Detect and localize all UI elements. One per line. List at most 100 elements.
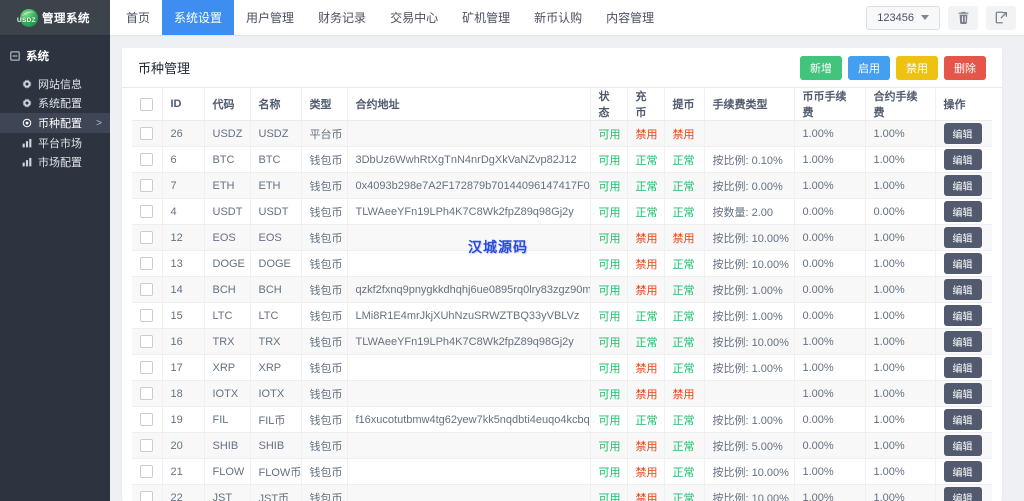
row-checkbox[interactable] — [140, 283, 153, 296]
cell-coin-fee: 0.00% — [794, 198, 866, 225]
action-button-1[interactable]: 启用 — [848, 55, 890, 80]
trash-button[interactable] — [948, 5, 978, 30]
cell-type: 钱包币 — [301, 380, 348, 407]
cell-fee-type — [704, 120, 795, 147]
cell-id: 26 — [162, 120, 205, 147]
table-row: 7 ETH ETH 钱包币 0x4093b298e7A2F172879b70144096… — [132, 172, 992, 199]
table-row: 13 DOGE DOGE 钱包币 可用 禁用 正常 按比例: 10.00% 0.00% 1.00%… — [132, 250, 992, 277]
cell-contract-fee: 1.00% — [865, 172, 936, 199]
cell-deposit: 禁用 — [627, 276, 665, 303]
cell-type: 钱包币 — [301, 250, 348, 277]
edit-button[interactable]: 编辑 — [943, 331, 982, 352]
table-row: 17 XRP XRP 钱包币 可用 禁用 正常 按比例: 1.00% 1.00% 1.00% 编辑 — [132, 354, 992, 381]
row-checkbox[interactable] — [140, 465, 153, 478]
row-checkbox[interactable] — [140, 127, 153, 140]
cell-type: 钱包币 — [301, 484, 348, 501]
cell-actions: 编辑 — [935, 276, 992, 303]
sidebar-section-system[interactable]: 系统 — [0, 35, 110, 75]
edit-button[interactable]: 编辑 — [943, 487, 982, 501]
cell-coin-fee: 0.00% — [794, 302, 866, 329]
nav-tab-6[interactable]: 新币认购 — [522, 0, 594, 35]
edit-button[interactable]: 编辑 — [943, 253, 982, 274]
edit-button[interactable]: 编辑 — [943, 201, 982, 222]
cell-type: 钱包币 — [301, 302, 348, 329]
edit-button[interactable]: 编辑 — [943, 227, 982, 248]
edit-button[interactable]: 编辑 — [943, 357, 982, 378]
nav-tab-3[interactable]: 财务记录 — [306, 0, 378, 35]
edit-button[interactable]: 编辑 — [943, 149, 982, 170]
cell-id: 18 — [162, 380, 205, 407]
action-button-3[interactable]: 删除 — [944, 55, 986, 80]
row-checkbox[interactable] — [140, 231, 153, 244]
row-checkbox[interactable] — [140, 309, 153, 322]
sidebar-item-0[interactable]: 网站信息 — [0, 75, 110, 93]
nav-tab-7[interactable]: 内容管理 — [594, 0, 666, 35]
row-checkbox[interactable] — [140, 335, 153, 348]
logo[interactable]: USDZ 管理系统 — [0, 0, 110, 35]
cell-contract-fee: 1.00% — [865, 250, 936, 277]
sidebar-item-1[interactable]: 系统配置 — [0, 94, 110, 112]
row-checkbox[interactable] — [140, 387, 153, 400]
cell-checkbox — [132, 198, 163, 225]
cell-name: USDT — [250, 198, 302, 225]
row-checkbox[interactable] — [140, 439, 153, 452]
action-buttons: 新增 启用 禁用 删除 — [800, 55, 986, 80]
cell-actions: 编辑 — [935, 146, 992, 173]
sidebar-item-3[interactable]: 平台市场 — [0, 134, 110, 152]
nav-tab-2[interactable]: 用户管理 — [234, 0, 306, 35]
row-checkbox[interactable] — [140, 153, 153, 166]
cell-name: BCH — [250, 276, 302, 303]
edit-button[interactable]: 编辑 — [943, 305, 982, 326]
row-checkbox[interactable] — [140, 361, 153, 374]
edit-button[interactable]: 编辑 — [943, 175, 982, 196]
row-checkbox[interactable] — [140, 491, 153, 501]
action-button-0[interactable]: 新增 — [800, 55, 842, 80]
cell-name: JST币 — [250, 484, 302, 501]
cell-fee-type: 按比例: 10.00% — [704, 458, 795, 485]
chevron-right-icon: > — [96, 117, 102, 129]
cell-coin-fee: 1.00% — [794, 380, 866, 407]
cell-id: 13 — [162, 250, 205, 277]
nav-tab-4[interactable]: 交易中心 — [378, 0, 450, 35]
cell-fee-type: 按比例: 0.00% — [704, 172, 795, 199]
row-checkbox[interactable] — [140, 413, 153, 426]
cell-checkbox — [132, 250, 163, 277]
cell-deposit: 正常 — [627, 328, 665, 355]
nav-tab-5[interactable]: 矿机管理 — [450, 0, 522, 35]
row-checkbox[interactable] — [140, 179, 153, 192]
cell-status: 可用 — [590, 120, 628, 147]
edit-button[interactable]: 编辑 — [943, 461, 982, 482]
sidebar-item-2[interactable]: 币种配置 > — [0, 113, 110, 133]
cell-checkbox — [132, 458, 163, 485]
user-dropdown[interactable]: 123456 — [866, 5, 940, 30]
nav-tab-1[interactable]: 系统设置 — [162, 0, 235, 35]
edit-button[interactable]: 编辑 — [943, 435, 982, 456]
cell-checkbox — [132, 172, 163, 199]
edit-button[interactable]: 编辑 — [943, 123, 982, 144]
cell-contract: LMi8R1E4mrJkjXUhNzuSRWZTBQ33yVBLVz — [347, 302, 591, 329]
gear-icon — [22, 98, 32, 108]
select-all-checkbox[interactable] — [140, 97, 153, 111]
cell-withdraw: 正常 — [664, 172, 705, 199]
cell-status: 可用 — [590, 406, 628, 433]
action-button-2[interactable]: 禁用 — [896, 55, 938, 80]
edit-button[interactable]: 编辑 — [943, 409, 982, 430]
table-row: 12 EOS EOS 钱包币 可用 禁用 禁用 按比例: 10.00% 0.00% 1.00% 编辑 — [132, 224, 992, 251]
cell-code: IOTX — [204, 380, 251, 407]
cell-withdraw: 正常 — [664, 146, 705, 173]
sidebar-item-4[interactable]: 市场配置 — [0, 153, 110, 171]
topbar: USDZ 管理系统 首页 系统设置 用户管理 财务记录 交易中心 矿机管理 新币认购 内容管理… — [0, 0, 1024, 35]
cell-withdraw: 正常 — [664, 328, 705, 355]
nav-tab-0[interactable]: 首页 — [114, 0, 162, 35]
edit-button[interactable]: 编辑 — [943, 383, 982, 404]
cell-status: 可用 — [590, 172, 628, 199]
cell-contract-fee: 1.00% — [865, 302, 936, 329]
row-checkbox[interactable] — [140, 257, 153, 270]
cell-checkbox — [132, 432, 163, 459]
cell-id: 19 — [162, 406, 205, 433]
row-checkbox[interactable] — [140, 205, 153, 218]
cell-type: 钱包币 — [301, 198, 348, 225]
logout-button[interactable] — [986, 5, 1016, 30]
cell-status: 可用 — [590, 484, 628, 501]
edit-button[interactable]: 编辑 — [943, 279, 982, 300]
